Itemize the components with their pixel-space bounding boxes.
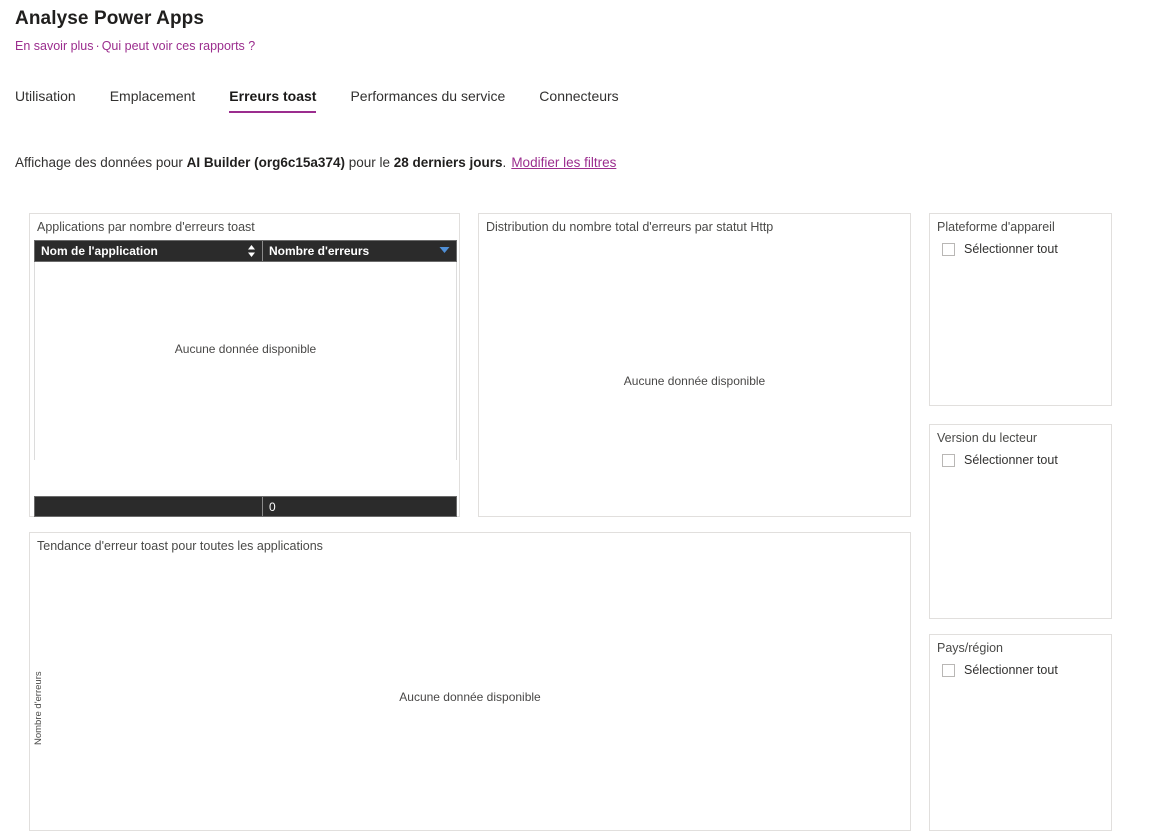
checkbox-unchecked-icon[interactable] bbox=[942, 663, 955, 677]
header-links: En savoir plus · Qui peut voir ces rapport… bbox=[15, 39, 255, 53]
modify-filters-link[interactable]: Modifier les filtres bbox=[511, 155, 616, 170]
tab-emplacement[interactable]: Emplacement bbox=[110, 88, 196, 113]
sort-descending-icon[interactable] bbox=[439, 246, 450, 257]
who-can-see-reports-link[interactable]: Qui peut voir ces rapports ? bbox=[102, 39, 256, 53]
filter-panel-player-version: Version du lecteur Sélectionner tout bbox=[929, 424, 1112, 619]
table-column-header-app-name-label: Nom de l'application bbox=[41, 244, 158, 258]
filter-country-region-select-all-label: Sélectionner tout bbox=[964, 663, 1058, 677]
filter-panel-title-player-version: Version du lecteur bbox=[937, 431, 1038, 445]
table-footer-cell-app-name bbox=[35, 497, 263, 516]
filter-device-platform-select-all-label: Sélectionner tout bbox=[964, 242, 1058, 256]
filter-summary-prefix: Affichage des données pour bbox=[15, 155, 187, 170]
filter-summary-suffix: . bbox=[502, 155, 507, 170]
page-title: Analyse Power Apps bbox=[15, 8, 205, 29]
card-apps-by-toast-errors: Applications par nombre d'erreurs toast … bbox=[29, 213, 460, 517]
filter-summary-middle: pour le bbox=[344, 155, 394, 170]
filter-country-region-select-all[interactable]: Sélectionner tout bbox=[942, 663, 1058, 677]
table-body: Aucune donnée disponible bbox=[34, 262, 457, 460]
filter-panel-title-country-region: Pays/région bbox=[937, 641, 1004, 655]
tab-utilisation[interactable]: Utilisation bbox=[15, 88, 76, 113]
table-header-row: Nom de l'application Nombre d'erreurs bbox=[34, 240, 457, 262]
filter-period: 28 derniers jours bbox=[393, 155, 503, 170]
table-empty-message: Aucune donnée disponible bbox=[174, 342, 317, 356]
card-title-errors-by-http-status: Distribution du nombre total d'erreurs p… bbox=[486, 220, 774, 234]
filter-panel-title-device-platform: Plateforme d'appareil bbox=[937, 220, 1055, 234]
checkbox-unchecked-icon[interactable] bbox=[942, 453, 955, 467]
checkbox-unchecked-icon[interactable] bbox=[942, 242, 955, 256]
table-column-header-app-name[interactable]: Nom de l'application bbox=[35, 241, 263, 261]
card-title-toast-error-trend: Tendance d'erreur toast pour toutes les … bbox=[37, 539, 323, 553]
filter-player-version-select-all[interactable]: Sélectionner tout bbox=[942, 453, 1058, 467]
table-column-header-error-count-label: Nombre d'erreurs bbox=[269, 244, 370, 258]
learn-more-link[interactable]: En savoir plus bbox=[15, 39, 94, 53]
card-errors-by-http-status: Distribution du nombre total d'erreurs p… bbox=[478, 213, 911, 517]
table-column-header-error-count[interactable]: Nombre d'erreurs bbox=[263, 241, 456, 261]
card-toast-error-trend: Tendance d'erreur toast pour toutes les … bbox=[29, 532, 911, 831]
filter-panel-country-region: Pays/région Sélectionner tout bbox=[929, 634, 1112, 831]
filter-player-version-select-all-label: Sélectionner tout bbox=[964, 453, 1058, 467]
tab-bar: Utilisation Emplacement Erreurs toast Pe… bbox=[15, 88, 653, 126]
filter-environment-name: AI Builder (org6c15a374) bbox=[186, 155, 345, 170]
link-separator: · bbox=[95, 39, 100, 53]
sort-both-icon[interactable] bbox=[247, 244, 256, 258]
filter-device-platform-select-all[interactable]: Sélectionner tout bbox=[942, 242, 1058, 256]
tab-erreurs-toast[interactable]: Erreurs toast bbox=[229, 88, 317, 113]
card-title-apps-by-toast-errors: Applications par nombre d'erreurs toast bbox=[37, 220, 255, 234]
filter-panel-device-platform: Plateforme d'appareil Sélectionner tout bbox=[929, 213, 1112, 406]
tab-performances-du-service[interactable]: Performances du service bbox=[350, 88, 505, 113]
tab-connecteurs[interactable]: Connecteurs bbox=[539, 88, 618, 113]
trend-empty-message: Aucune donnée disponible bbox=[399, 690, 541, 704]
table-footer-cell-error-count: 0 bbox=[269, 499, 276, 514]
table-footer-row: 0 bbox=[34, 496, 457, 517]
filter-summary: Affichage des données pour AI Builder (o… bbox=[15, 155, 616, 170]
http-status-empty-message: Aucune donnée disponible bbox=[623, 374, 766, 388]
